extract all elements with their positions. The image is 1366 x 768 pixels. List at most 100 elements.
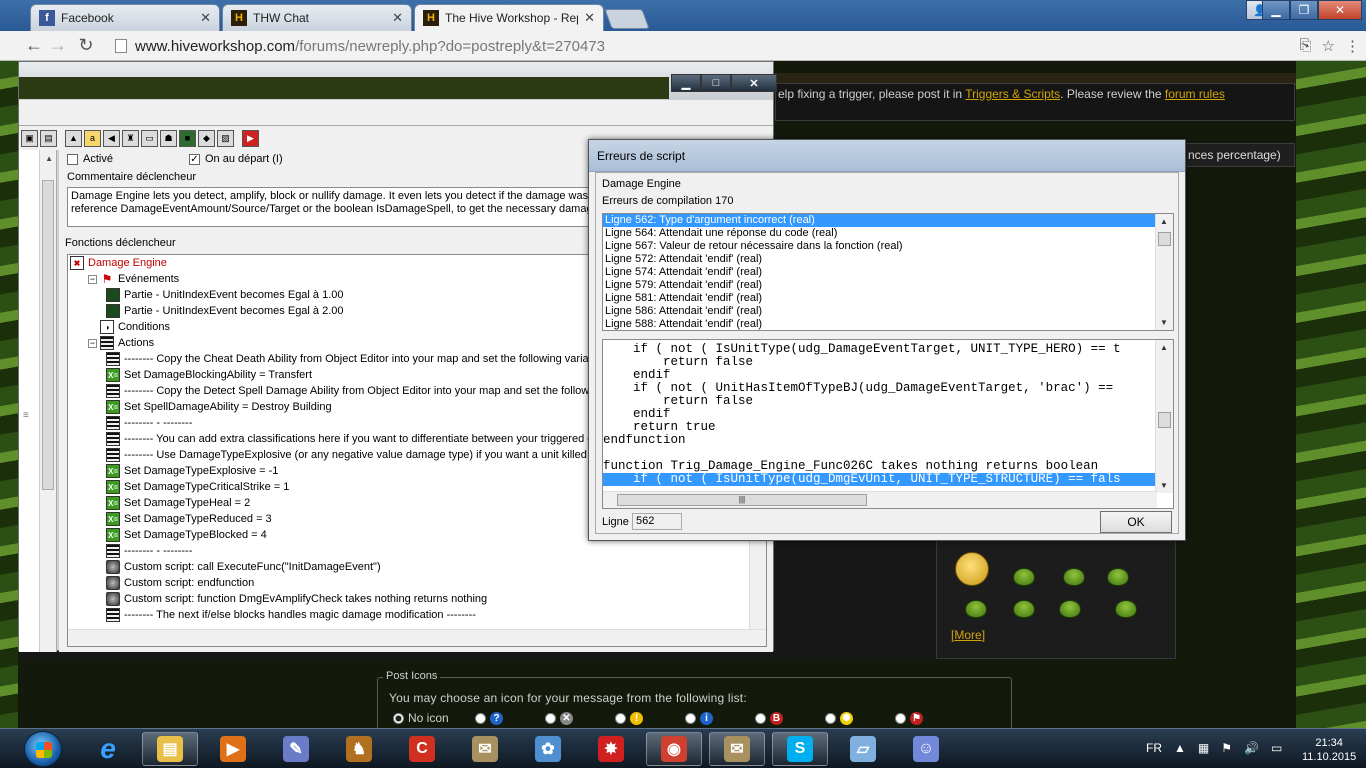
tab-thw-chat[interactable]: H THW Chat ✕ [222, 4, 412, 31]
action-center-icon[interactable]: ⚑ [1221, 741, 1232, 755]
initially-on-checkbox[interactable]: ✓ [189, 153, 200, 165]
orc-smiley-icon[interactable] [1013, 568, 1035, 586]
taskbar-app-button[interactable]: S [772, 732, 828, 766]
code-line[interactable]: endif [603, 369, 1157, 382]
taskbar-app-button[interactable]: ✸ [583, 732, 639, 766]
post-icon-option[interactable]: ⚑ [895, 711, 965, 725]
close-icon[interactable]: ✕ [392, 10, 403, 26]
orc-pointing-smiley-icon[interactable] [965, 600, 987, 618]
tree-node[interactable]: X= Set SpellDamageAbility = Destroy Build… [106, 399, 332, 415]
error-list-item[interactable]: Ligne 581: Attendait 'endif' (real) [603, 292, 1155, 305]
tree-node[interactable]: -------- You can add extra classificatio… [106, 431, 609, 447]
taskbar-app-button[interactable]: ◉ [646, 732, 702, 766]
radio-button[interactable] [685, 712, 696, 724]
taskbar-app-button[interactable]: ✉ [457, 732, 513, 766]
post-icon-option[interactable]: ✺ [825, 711, 895, 725]
scrollbar-thumb[interactable] [42, 180, 54, 490]
splitter-grip[interactable]: ≡ [23, 410, 29, 421]
tree-horizontal-scrollbar[interactable] [68, 629, 766, 646]
import-manager-icon[interactable]: ◆ [198, 129, 215, 147]
tree-node[interactable]: − Actions [88, 335, 154, 351]
code-line[interactable]: endfunction [603, 434, 1157, 447]
more-link-text[interactable]: More [954, 628, 981, 642]
test-map-icon[interactable]: ▶ [242, 129, 259, 147]
close-icon[interactable]: ✕ [200, 10, 211, 26]
open-icon[interactable]: ▤ [40, 129, 57, 147]
menu-icon[interactable]: ⋮ [1345, 37, 1360, 55]
error-list[interactable]: Ligne 562: Type d'argument incorrect (re… [602, 213, 1174, 331]
radio-button[interactable] [615, 712, 626, 724]
radio-button[interactable] [475, 712, 486, 724]
tree-node[interactable]: -------- Use DamageTypeExplosive (or any… [106, 447, 608, 463]
radio-button[interactable] [755, 712, 766, 724]
orc-smiley-icon[interactable] [1115, 600, 1137, 618]
volume-icon[interactable]: 🔊 [1244, 741, 1259, 755]
taskbar-app-button[interactable]: ✉ [709, 732, 765, 766]
taskbar-app-button[interactable]: ▤ [142, 732, 198, 766]
start-button[interactable] [24, 731, 62, 767]
taskbar-ie[interactable]: e [80, 732, 136, 766]
script-code-view[interactable]: if ( not ( IsUnitType(udg_DamageEventTar… [602, 339, 1174, 509]
tree-node[interactable]: X= Set DamageTypeReduced = 3 [106, 511, 272, 527]
orc-smiley-icon[interactable] [1013, 600, 1035, 618]
code-line[interactable]: if ( not ( IsUnitType(udg_DamageEventTar… [603, 343, 1157, 356]
url-field[interactable]: www.hiveworkshop.com/forums/newreply.php… [115, 35, 1290, 57]
save-icon[interactable]: ▣ [21, 129, 38, 147]
orc-smiley-icon[interactable] [1063, 568, 1085, 586]
triggers-scripts-link[interactable]: Triggers & Scripts [965, 87, 1060, 101]
tree-node[interactable]: -------- - -------- [106, 415, 192, 431]
error-list-item[interactable]: Ligne 579: Attendait 'endif' (real) [603, 279, 1155, 292]
close-window-button[interactable]: ✕ [1318, 0, 1362, 20]
tree-node[interactable]: Custom script: endfunction [106, 575, 254, 591]
initially-on-checkbox-row[interactable]: ✓ On au départ (I) [189, 153, 283, 165]
post-icon-option[interactable]: i [685, 711, 755, 725]
scroll-up-icon[interactable]: ▲ [1160, 343, 1168, 352]
scroll-up-icon[interactable]: ▲ [1160, 217, 1168, 226]
orc-thumbsup-smiley-icon[interactable] [1107, 568, 1129, 586]
tree-node[interactable]: -------- - -------- [106, 543, 192, 559]
minimize-button[interactable]: ▁ [671, 74, 701, 92]
taskbar-app-button[interactable]: ▶ [205, 732, 261, 766]
new-tab-button[interactable] [604, 9, 650, 29]
error-list-item[interactable]: Ligne 567: Valeur de retour nécessaire d… [603, 240, 1155, 253]
trigger-editor-icon[interactable]: a [84, 129, 101, 147]
code-line[interactable]: endif [603, 408, 1157, 421]
code-line[interactable]: return true [603, 421, 1157, 434]
code-line[interactable]: function Trig_Damage_Engine_Func026C tak… [603, 460, 1157, 473]
enabled-checkbox[interactable] [67, 153, 78, 165]
bookmark-star-icon[interactable]: ☆ [1322, 37, 1335, 55]
post-icon-option[interactable]: ✕ [545, 711, 615, 725]
taskbar-app-button[interactable]: ▱ [835, 732, 891, 766]
close-button[interactable]: ✕ [731, 74, 777, 92]
tree-node[interactable]: Custom script: function DmgEvAmplifyChec… [106, 591, 487, 607]
taskbar-app-button[interactable]: ✿ [520, 732, 576, 766]
radio-button[interactable] [545, 712, 556, 724]
taskbar-app-button[interactable]: ✎ [268, 732, 324, 766]
campaign-editor-icon[interactable]: ▭ [141, 129, 158, 147]
error-list-item[interactable]: Ligne 574: Attendait 'endif' (real) [603, 266, 1155, 279]
scroll-up-icon[interactable]: ▲ [45, 154, 53, 163]
taskbar-app-button[interactable]: C [394, 732, 450, 766]
reload-button[interactable]: ↻ [74, 35, 98, 56]
maximize-button[interactable]: ❐ [1290, 0, 1318, 20]
tab-hive-workshop[interactable]: H The Hive Workshop - Rep ✕ [414, 4, 604, 31]
post-icon-option[interactable]: ! [615, 711, 685, 725]
cool-smiley-icon[interactable] [955, 552, 989, 586]
network-icon[interactable]: ▦ [1198, 741, 1209, 755]
object-editor-icon[interactable]: ♜ [122, 129, 139, 147]
error-list-item[interactable]: Ligne 572: Attendait 'endif' (real) [603, 253, 1155, 266]
forward-button[interactable]: → [46, 35, 70, 56]
tree-node[interactable]: Partie - UnitIndexEvent becomes Egal à 1… [106, 287, 344, 303]
post-icon-option[interactable]: B [755, 711, 825, 725]
tab-facebook[interactable]: f Facebook ✕ [30, 4, 220, 31]
object-manager-icon[interactable]: ■ [179, 129, 196, 147]
tree-node[interactable]: Custom script: call ExecuteFunc("InitDam… [106, 559, 381, 575]
scroll-down-icon[interactable]: ▼ [1160, 318, 1168, 327]
tree-node[interactable]: -------- Copy the Cheat Death Ability fr… [106, 351, 610, 367]
code-line[interactable] [603, 447, 1157, 460]
tree-node[interactable]: X= Set DamageTypeCriticalStrike = 1 [106, 479, 289, 495]
taskbar-app-button[interactable]: ☺ [898, 732, 954, 766]
maximize-button[interactable]: □ [701, 74, 731, 92]
back-button[interactable]: ← [22, 35, 46, 56]
scrollbar-thumb[interactable] [1158, 412, 1171, 428]
